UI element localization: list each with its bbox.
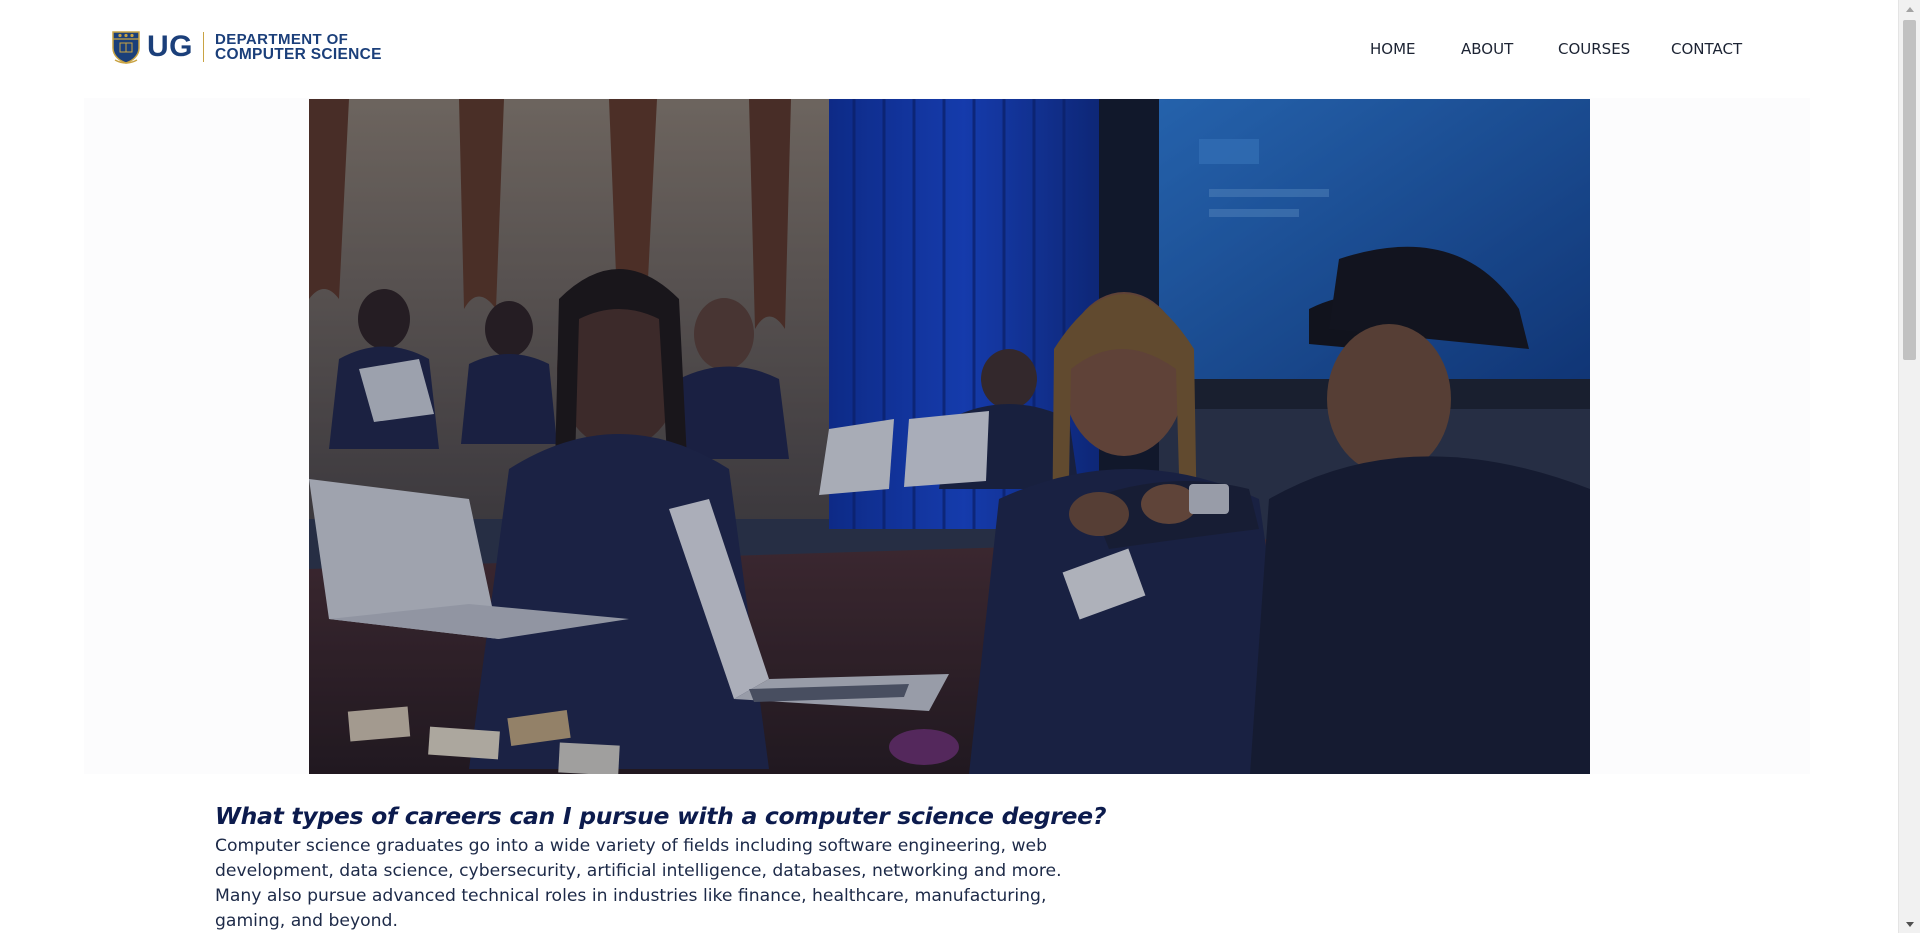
nav-about[interactable]: ABOUT <box>1461 40 1513 58</box>
chevron-up-icon[interactable] <box>1899 0 1920 18</box>
logo-divider <box>203 32 204 62</box>
logo-line-2: COMPUTER SCIENCE <box>215 46 382 63</box>
nav-home[interactable]: HOME <box>1370 40 1416 58</box>
scrollbar-thumb[interactable] <box>1903 20 1916 360</box>
nav-contact[interactable]: CONTACT <box>1671 40 1742 58</box>
shield-crest-icon <box>112 31 140 64</box>
chevron-down-icon[interactable] <box>1899 915 1920 933</box>
site-header: UG DEPARTMENT OF COMPUTER SCIENCE HOME A… <box>0 0 1898 98</box>
logo-ug-text: UG <box>147 30 193 63</box>
page-scrollbar[interactable] <box>1898 0 1920 933</box>
faq-answer-text: Computer science graduates go into a wid… <box>215 836 1062 931</box>
nav-courses[interactable]: COURSES <box>1558 40 1630 58</box>
hero-image <box>309 99 1590 774</box>
site-logo[interactable]: UG DEPARTMENT OF COMPUTER SCIENCE <box>111 30 382 64</box>
faq-question-heading: What types of careers can I pursue with … <box>215 802 1107 830</box>
hero-photo <box>309 99 1590 774</box>
logo-department-name: DEPARTMENT OF COMPUTER SCIENCE <box>215 32 382 62</box>
logo-line-1: DEPARTMENT OF <box>215 31 349 48</box>
